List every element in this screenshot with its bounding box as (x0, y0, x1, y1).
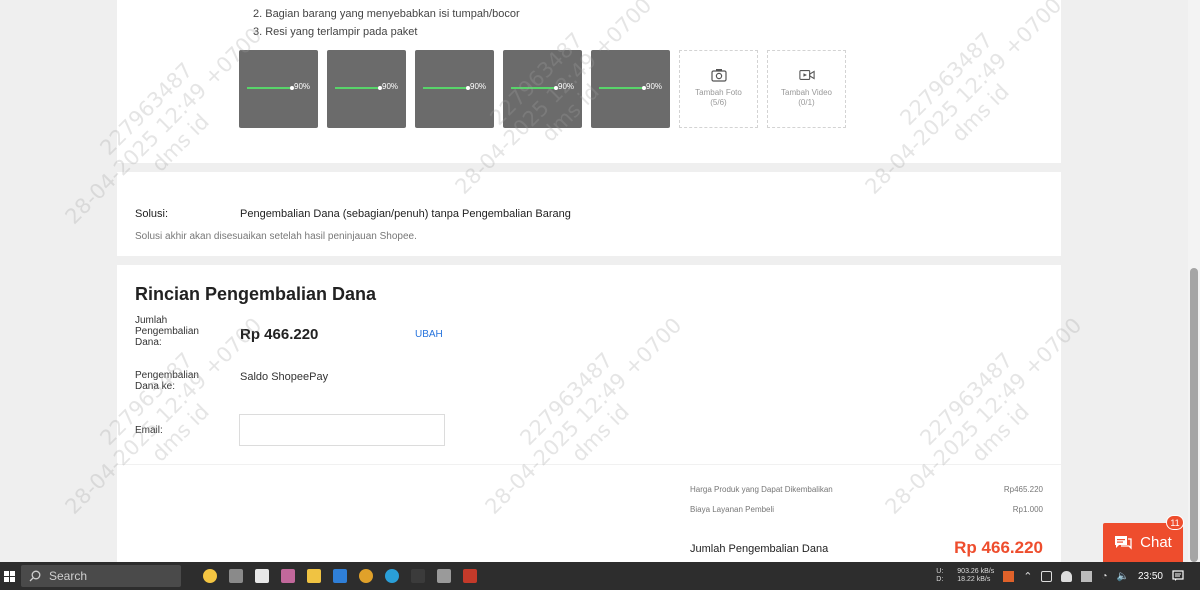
email-input[interactable] (239, 414, 445, 446)
taskbar: Search U: 903.26 kB/s D: 18.22 kB/s ⌃ ◔ 🔈 … (0, 562, 1200, 590)
telegram-icon[interactable] (385, 569, 399, 583)
tray-icon[interactable] (1041, 570, 1053, 582)
chat-bubble-icon (1115, 536, 1132, 550)
upload-progress-bar (335, 86, 382, 90)
upload-progress-label: 90% (646, 82, 663, 91)
onedrive-icon[interactable] (1061, 570, 1073, 582)
upload-progress-label: 90% (294, 82, 311, 91)
refund-details-card: Rincian Pengembalian Dana Jumlah Pengemb… (117, 265, 1061, 562)
upload-progress-bar (247, 86, 294, 90)
upload-progress-bar (511, 86, 558, 90)
speaker-icon[interactable]: 🔈 (1117, 571, 1129, 582)
refund-amount-label: Jumlah Pengembalian Dana: (135, 315, 199, 348)
upload-progress-bar (599, 86, 646, 90)
app-tray-icon[interactable] (1003, 570, 1015, 582)
evidence-thumbnail[interactable]: 90% (327, 50, 406, 128)
app-icon[interactable] (281, 569, 295, 583)
taskbar-apps (203, 569, 477, 583)
scrollbar-thumb[interactable] (1190, 268, 1198, 562)
refund-amount: Rp 466.220 (240, 326, 319, 343)
file-explorer-icon[interactable] (307, 569, 321, 583)
copilot-icon[interactable] (203, 569, 217, 583)
summary-value: Rp1.000 (1012, 505, 1043, 514)
chat-label: Chat (1140, 534, 1172, 551)
app-icon[interactable] (463, 569, 477, 583)
summary-label: Harga Produk yang Dapat Dikembalikan (690, 485, 833, 494)
system-tray: U: 903.26 kB/s D: 18.22 kB/s ⌃ ◔ 🔈 23:50 (936, 562, 1200, 590)
search-icon (29, 570, 41, 582)
upload-progress-label: 90% (470, 82, 487, 91)
tray-icon[interactable] (1081, 570, 1093, 582)
camera-icon (710, 69, 727, 82)
total-refund-label: Jumlah Pengembalian Dana (690, 543, 829, 555)
add-photo-button[interactable]: Tambah Foto (5/6) (679, 50, 758, 128)
upload-progress-bar (423, 86, 470, 90)
app-icon[interactable] (411, 569, 425, 583)
taskbar-clock[interactable]: 23:50 (1138, 571, 1163, 582)
notification-icon[interactable] (1172, 570, 1184, 582)
evidence-thumbnail[interactable]: 90% (415, 50, 494, 128)
network-speed: U: 903.26 kB/s D: 18.22 kB/s (936, 568, 995, 583)
evidence-thumbnails: 90% 90% 90% 90% 90% Tambah Foto (5/6) Ta… (239, 50, 846, 128)
solution-value: Pengembalian Dana (sebagian/penuh) tanpa… (240, 208, 571, 220)
add-video-count: (0/1) (798, 98, 815, 107)
windows-icon (3, 570, 15, 582)
chrome-icon[interactable] (359, 569, 373, 583)
divider (117, 464, 1061, 465)
total-refund-value: Rp 466.220 (954, 538, 1043, 557)
change-amount-link[interactable]: UBAH (415, 329, 443, 340)
solution-card: Solusi: Pengembalian Dana (sebagian/penu… (117, 172, 1061, 256)
instruction-item: 2. Bagian barang yang menyebabkan isi tu… (253, 8, 520, 20)
evidence-thumbnail[interactable]: 90% (239, 50, 318, 128)
summary-label: Biaya Layanan Pembeli (690, 505, 775, 514)
app-icon[interactable] (437, 569, 451, 583)
chat-unread-badge: 11 (1166, 515, 1184, 530)
widgets-icon[interactable] (255, 569, 269, 583)
evidence-card: 2. Bagian barang yang menyebabkan isi tu… (117, 0, 1061, 163)
start-button[interactable] (0, 562, 18, 590)
task-view-icon[interactable] (229, 569, 243, 583)
add-photo-count: (5/6) (710, 98, 727, 107)
refund-title: Rincian Pengembalian Dana (135, 284, 377, 304)
outlook-icon[interactable] (333, 569, 347, 583)
upload-progress-label: 90% (382, 82, 399, 91)
add-video-button[interactable]: Tambah Video (0/1) (767, 50, 846, 128)
page: 2. Bagian barang yang menyebabkan isi tu… (0, 0, 1200, 562)
add-photo-label: Tambah Foto (695, 88, 742, 97)
refund-destination: Saldo ShopeePay (240, 371, 329, 383)
add-video-label: Tambah Video (781, 88, 832, 97)
video-camera-icon (798, 70, 815, 80)
solution-label: Solusi: (135, 208, 169, 220)
summary-value: Rp465.220 (1003, 485, 1043, 494)
email-label: Email: (135, 425, 163, 436)
upload-progress-label: 90% (558, 82, 575, 91)
evidence-thumbnail[interactable]: 90% (591, 50, 670, 128)
refund-destination-label: Pengembalian Dana ke: (135, 370, 199, 392)
chevron-up-icon[interactable]: ⌃ (1023, 570, 1032, 583)
evidence-thumbnail[interactable]: 90% (503, 50, 582, 128)
solution-note: Solusi akhir akan disesuaikan setelah ha… (135, 231, 417, 242)
wifi-icon[interactable]: ◔ (1101, 571, 1107, 582)
instruction-item: 3. Resi yang terlampir pada paket (253, 26, 418, 38)
search-placeholder: Search (49, 569, 88, 583)
page-scrollbar[interactable] (1188, 0, 1200, 562)
taskbar-search[interactable]: Search (21, 565, 181, 587)
